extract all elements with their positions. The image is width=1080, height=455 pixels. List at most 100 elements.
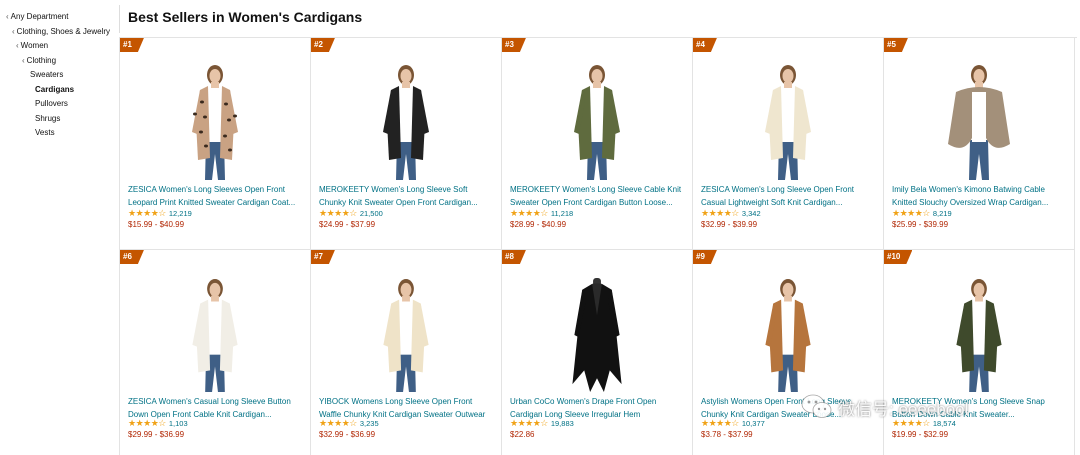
sidebar-divider	[119, 5, 120, 33]
star-rating-icon: ★★★★☆	[510, 208, 548, 218]
product-price: $29.99 - $36.99	[128, 430, 185, 439]
star-rating-icon: ★★★★☆	[892, 418, 930, 428]
product-rating[interactable]: ★★★★☆ 21,500	[319, 208, 383, 218]
sidebar-item-clothing-shoes-jewelry[interactable]: ‹ Clothing, Shoes & Jewelry	[0, 25, 118, 40]
rating-count: 19,883	[550, 418, 574, 428]
rating-count: 8,219	[932, 208, 952, 218]
sidebar-item-label: Clothing, Shoes & Jewelry	[16, 26, 111, 36]
product-price: $19.99 - $32.99	[892, 430, 949, 439]
rank-badge: #4	[693, 38, 717, 52]
taupe-wrap-cardigan-image[interactable]	[934, 62, 1024, 182]
rating-count: 10,377	[741, 418, 765, 428]
star-rating-icon: ★★★★☆	[701, 208, 739, 218]
sidebar-item-women[interactable]: ‹ Women	[0, 39, 118, 54]
product-rating[interactable]: ★★★★☆ 1,103	[128, 418, 188, 428]
product-rating[interactable]: ★★★★☆ 11,218	[510, 208, 573, 218]
product-card[interactable]: #8 Urban CoCo Women's Drape Front Open Ca…	[502, 250, 693, 455]
sidebar-item-label: Sweaters	[30, 70, 64, 79]
product-title-link[interactable]: Imily Bela Women's Kimono Batwing Cable …	[892, 184, 1068, 209]
sidebar-item-vests[interactable]: Vests	[0, 126, 118, 141]
product-title-link[interactable]: ZESICA Women's Long Sleeves Open Front L…	[128, 184, 304, 209]
product-grid: #1 ZESICA Women's Long Sleeves Open Front…	[119, 37, 1077, 455]
cream-cardigan-image[interactable]	[743, 62, 833, 182]
star-rating-icon: ★★★★☆	[510, 418, 548, 428]
product-rating[interactable]: ★★★★☆ 19,883	[510, 418, 574, 428]
chevron-left-icon: ‹	[12, 26, 15, 36]
leopard-cardigan-image[interactable]	[170, 62, 260, 182]
product-rating[interactable]: ★★★★☆ 10,377	[701, 418, 765, 428]
product-card[interactable]: #9 Astylish Womens Open Front Long Sleeve…	[693, 250, 884, 455]
product-price: $32.99 - $39.99	[701, 220, 758, 229]
olive-cardigan-image[interactable]	[552, 62, 642, 182]
sidebar-item-label: Pullovers	[35, 99, 68, 108]
rating-count: 11,218	[550, 208, 574, 218]
product-rating[interactable]: ★★★★☆ 8,219	[892, 208, 952, 218]
star-rating-icon: ★★★★☆	[892, 208, 930, 218]
rating-count: 1,103	[168, 418, 188, 428]
chevron-left-icon: ‹	[22, 55, 25, 65]
product-title-link[interactable]: MEROKEETY Women's Long Sleeve Cable Knit…	[510, 184, 686, 209]
white-button-cardigan-image[interactable]	[170, 276, 260, 394]
sidebar-item-any-department[interactable]: ‹ Any Department	[0, 10, 118, 25]
sidebar-item-label: Vests	[35, 128, 55, 137]
product-title-link[interactable]: MEROKEETY Women's Long Sleeve Soft Chunk…	[319, 184, 495, 209]
rank-badge: #5	[884, 38, 908, 52]
sidebar-item-label: Women	[20, 41, 49, 50]
product-rating[interactable]: ★★★★☆ 3,342	[701, 208, 761, 218]
star-rating-icon: ★★★★☆	[319, 208, 357, 218]
product-card[interactable]: #10 MEROKEETY Women's Long Sleeve Snap Bu…	[884, 250, 1075, 455]
product-card[interactable]: #3 MEROKEETY Women's Long Sleeve Cable Kn…	[502, 38, 693, 250]
product-rating[interactable]: ★★★★☆ 18,574	[892, 418, 956, 428]
sidebar-item-label: Clothing	[26, 55, 57, 65]
star-rating-icon: ★★★★☆	[128, 418, 166, 428]
product-rating[interactable]: ★★★★☆ 12,219	[128, 208, 192, 218]
product-card[interactable]: #5 Imily Bela Women's Kimono Batwing Cabl…	[884, 38, 1075, 250]
chevron-left-icon: ‹	[16, 41, 19, 50]
rank-badge: #8	[502, 250, 526, 264]
beige-waffle-cardigan-image[interactable]	[361, 276, 451, 394]
sidebar-item-cardigans[interactable]: Cardigans	[0, 83, 118, 98]
rank-badge: #7	[311, 250, 335, 264]
sidebar-item-sweaters[interactable]: Sweaters	[0, 68, 118, 83]
camel-knit-cardigan-image[interactable]	[743, 276, 833, 394]
product-title-link[interactable]: ZESICA Women's Long Sleeve Open Front Ca…	[701, 184, 877, 209]
rank-badge: #3	[502, 38, 526, 52]
sidebar-item-shrugs[interactable]: Shrugs	[0, 112, 118, 127]
sidebar-item-clothing[interactable]: ‹ Clothing	[0, 54, 118, 69]
product-card[interactable]: #4 ZESICA Women's Long Sleeve Open Front …	[693, 38, 884, 250]
product-price: $32.99 - $36.99	[319, 430, 376, 439]
rank-badge: #1	[120, 38, 144, 52]
product-price: $3.78 - $37.99	[701, 430, 753, 439]
rating-count: 3,235	[359, 418, 379, 428]
product-price: $24.99 - $37.99	[319, 220, 376, 229]
product-price: $22.86	[510, 430, 535, 439]
sidebar-item-pullovers[interactable]: Pullovers	[0, 97, 118, 112]
rating-count: 3,342	[741, 208, 761, 218]
black-drape-cardigan-image[interactable]	[552, 276, 642, 394]
department-sidebar: ‹ Any Department ‹ Clothing, Shoes & Jewelr…	[0, 0, 118, 455]
sidebar-item-label: Shrugs	[35, 113, 61, 123]
product-card[interactable]: #7 YIBOCK Womens Long Sleeve Open Front W…	[311, 250, 502, 455]
rank-badge: #6	[120, 250, 144, 264]
sidebar-item-label: Cardigans	[35, 84, 75, 94]
sidebar-item-label: Any Department	[10, 12, 69, 21]
product-card[interactable]: #1 ZESICA Women's Long Sleeves Open Front…	[120, 38, 311, 250]
rating-count: 12,219	[168, 208, 192, 218]
product-price: $28.99 - $40.99	[510, 220, 567, 229]
star-rating-icon: ★★★★☆	[701, 418, 739, 428]
rank-badge: #9	[693, 250, 717, 264]
product-rating[interactable]: ★★★★☆ 3,235	[319, 418, 379, 428]
rating-count: 18,574	[932, 418, 956, 428]
page-title: Best Sellers in Women's Cardigans	[128, 9, 363, 25]
star-rating-icon: ★★★★☆	[128, 208, 166, 218]
rank-badge: #10	[884, 250, 912, 264]
product-card[interactable]: #2 MEROKEETY Women's Long Sleeve Soft Chu…	[311, 38, 502, 250]
rating-count: 21,500	[359, 208, 383, 218]
product-card[interactable]: #6 ZESICA Women's Casual Long Sleeve Butt…	[120, 250, 311, 455]
chevron-left-icon: ‹	[6, 12, 9, 21]
star-rating-icon: ★★★★☆	[319, 418, 357, 428]
product-price: $25.99 - $39.99	[892, 220, 949, 229]
black-cardigan-image[interactable]	[361, 62, 451, 182]
olive-snap-cardigan-image[interactable]	[934, 276, 1024, 394]
rank-badge: #2	[311, 38, 335, 52]
